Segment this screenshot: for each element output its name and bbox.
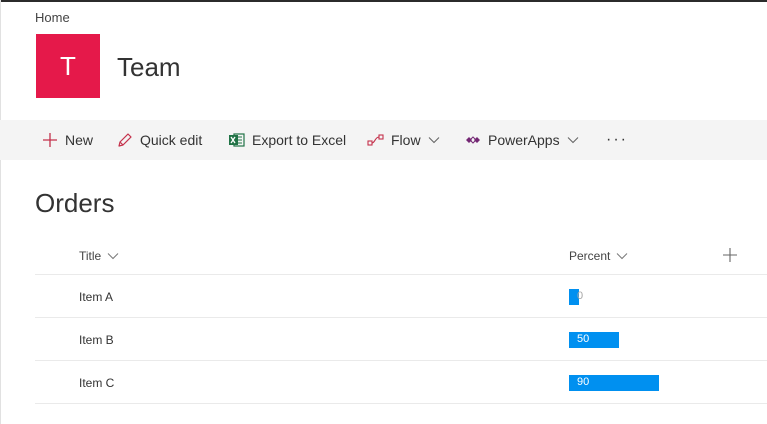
row-title[interactable]: Item A	[79, 290, 113, 304]
table-row[interactable]: Item B 50	[35, 318, 767, 361]
chevron-down-icon	[616, 252, 628, 260]
column-header-title[interactable]: Title	[79, 249, 119, 263]
powerapps-label: PowerApps	[488, 132, 560, 148]
table-row[interactable]: Item A 0	[35, 275, 767, 318]
plus-icon	[42, 132, 58, 148]
add-column-button[interactable]	[723, 248, 737, 267]
left-border	[0, 0, 1, 424]
chevron-down-icon	[567, 136, 579, 144]
row-title[interactable]: Item B	[79, 333, 114, 347]
excel-icon	[228, 132, 245, 148]
site-logo[interactable]: T	[36, 34, 100, 98]
table-row[interactable]: Item C 90	[35, 361, 767, 404]
breadcrumb-home[interactable]: Home	[35, 10, 70, 25]
list-header: Title Percent	[35, 240, 767, 275]
site-logo-letter: T	[60, 50, 76, 81]
flow-label: Flow	[391, 132, 421, 148]
command-bar: New Quick edit Export to Excel Flow Powe…	[0, 120, 767, 160]
list-title: Orders	[35, 188, 115, 218]
flow-button[interactable]: Flow	[367, 120, 440, 160]
new-button[interactable]: New	[42, 120, 93, 160]
site-title[interactable]: Team	[117, 52, 181, 83]
top-border	[0, 0, 767, 2]
percent-bar-label: 0	[577, 290, 584, 302]
quick-edit-label: Quick edit	[140, 132, 203, 148]
percent-bar-label: 50	[577, 333, 590, 345]
new-button-label: New	[65, 132, 94, 148]
export-to-excel-label: Export to Excel	[252, 132, 347, 148]
quick-edit-button[interactable]: Quick edit	[116, 120, 202, 160]
row-title[interactable]: Item C	[79, 376, 114, 390]
percent-bar-label: 90	[577, 376, 590, 388]
column-header-percent-label: Percent	[569, 249, 611, 263]
add-column-icon	[723, 248, 737, 266]
column-header-title-label: Title	[79, 249, 102, 263]
powerapps-button[interactable]: PowerApps	[465, 120, 579, 160]
export-to-excel-button[interactable]: Export to Excel	[228, 120, 346, 160]
column-header-percent[interactable]: Percent	[569, 249, 628, 263]
powerapps-icon	[465, 134, 481, 146]
chevron-down-icon	[428, 136, 440, 144]
flow-icon	[367, 133, 384, 147]
chevron-down-icon	[107, 252, 119, 260]
pencil-icon	[116, 132, 133, 149]
more-options-button[interactable]: ···	[606, 120, 628, 160]
